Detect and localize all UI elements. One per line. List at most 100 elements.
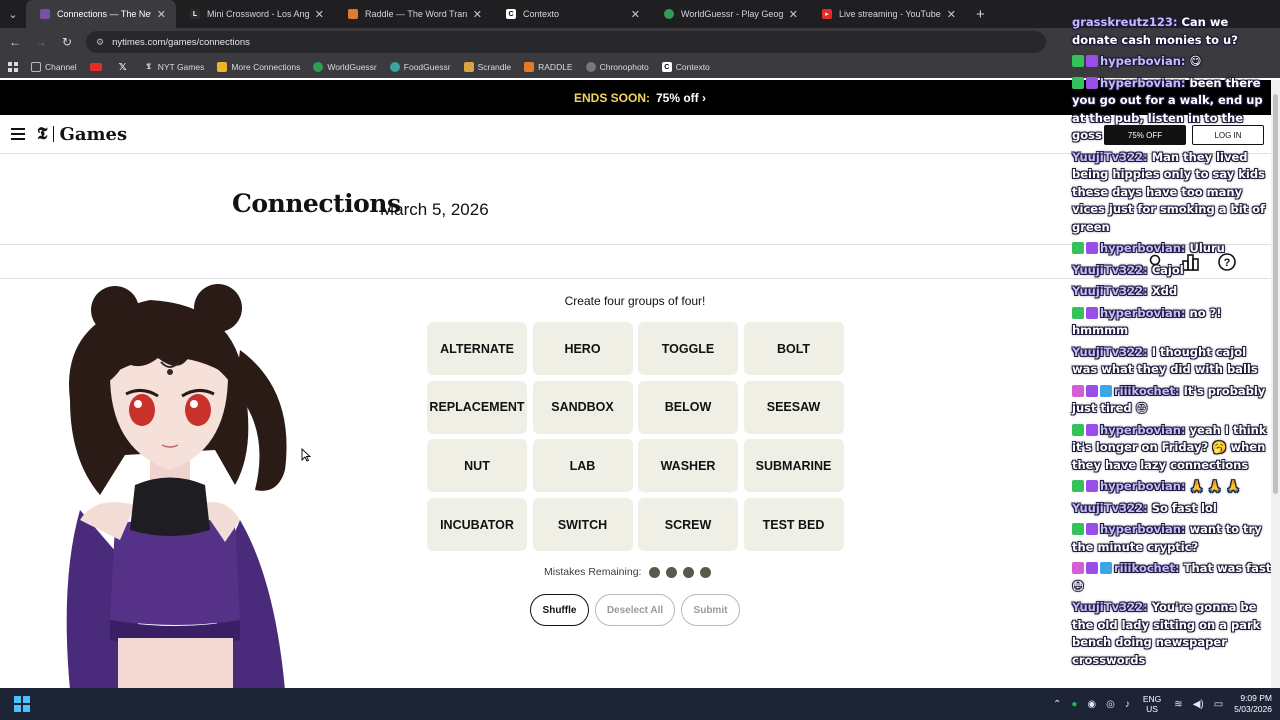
app-tray-icon[interactable]: ◉ [1087, 699, 1096, 710]
word-tile[interactable]: HERO [532, 322, 633, 375]
word-tile[interactable]: BELOW [638, 380, 738, 434]
bookmark-label: Channel [45, 62, 77, 72]
word-tile[interactable]: TOGGLE [638, 322, 738, 375]
site-info-icon[interactable]: ⚙ [96, 37, 104, 48]
url-text: nytimes.com/games/connections [112, 36, 250, 48]
back-icon[interactable]: ← [4, 35, 26, 49]
close-icon[interactable]: ✕ [947, 8, 956, 21]
chat-message: YuujiTv322: Cajol [1072, 262, 1272, 280]
chat-username: hyperbovian: [1100, 422, 1186, 437]
promo-ends-text: ENDS SOON: [573, 90, 650, 105]
puzzle-date: March 5, 2026 [380, 200, 489, 219]
tab-connections[interactable]: Connections — The New York Times ✕ [26, 0, 176, 28]
word-tile[interactable]: SUBMARINE [743, 439, 844, 493]
tab-mini-crossword[interactable]: L Mini Crossword - Los Angeles Times ✕ [176, 0, 334, 28]
word-tile[interactable]: REPLACEMENT [427, 380, 527, 434]
word-tile[interactable]: SWITCH [532, 498, 633, 552]
lang-bottom: US [1146, 704, 1158, 714]
bookmark-channel[interactable]: Channel [31, 62, 77, 72]
wifi-icon[interactable]: ≋ [1174, 699, 1182, 710]
bookmark-worldguessr[interactable]: WorldGuessr [313, 62, 377, 72]
chat-message: YuujiTv322: Xdd [1072, 283, 1272, 301]
mistakes-label: Mistakes Remaining: [544, 566, 642, 578]
bookmark-scrandle[interactable]: Scrandle [463, 62, 511, 72]
tab-worldguessr[interactable]: WorldGuessr - Play Geoguessr Free ✕ [650, 0, 808, 28]
scrollbar-thumb[interactable] [1273, 94, 1278, 494]
new-tab-button[interactable]: + [976, 6, 985, 23]
purple-badge-icon [1086, 242, 1098, 254]
tab-search-icon[interactable]: ⌄ [0, 0, 26, 28]
word-tile[interactable]: SANDBOX [532, 380, 633, 434]
windows-start-icon[interactable] [14, 696, 30, 712]
close-icon[interactable]: ✕ [473, 8, 482, 21]
tab-raddle[interactable]: Raddle — The Word Transformation ✕ [334, 0, 492, 28]
youtube-icon: ▸ [822, 9, 832, 19]
url-input[interactable]: ⚙ nytimes.com/games/connections [86, 31, 1046, 53]
language-indicator[interactable]: ENG US [1143, 694, 1161, 714]
nyt-t-icon: 𝕿 [37, 124, 48, 144]
pink-badge-icon [1072, 562, 1084, 574]
shuffle-button[interactable]: Shuffle [530, 594, 589, 626]
word-tile[interactable]: WASHER [638, 439, 738, 493]
close-icon[interactable]: ✕ [789, 8, 798, 21]
bookmark-foodguessr[interactable]: FoodGuessr [389, 62, 451, 72]
grid-icon [217, 62, 228, 72]
forward-icon[interactable]: → [30, 35, 52, 49]
word-tile[interactable]: SCREW [638, 498, 738, 552]
chat-text: So fast lol [1151, 500, 1217, 515]
green-badge-icon [1072, 306, 1084, 319]
chat-username: grasskreutz123: [1072, 15, 1178, 29]
close-icon[interactable]: ✕ [157, 8, 166, 21]
battery-icon[interactable]: ▭ [1214, 699, 1223, 710]
bookmark-chronophoto[interactable]: Chronophoto [585, 62, 649, 72]
bookmark-x[interactable]: 𝕏 [119, 62, 131, 73]
bookmark-youtube[interactable] [89, 63, 106, 71]
chat-message: hyperbovian: 🙏 🙏 🙏 [1072, 478, 1272, 496]
chat-username: riiikochet: [1114, 561, 1180, 575]
close-icon[interactable]: ✕ [631, 8, 640, 21]
word-tile[interactable]: TEST BED [743, 498, 844, 552]
bookmark-more-connections[interactable]: More Connections [217, 62, 300, 72]
app-tray-icon-2[interactable]: ◎ [1106, 699, 1115, 710]
nyt-icon: 𝕿 [146, 62, 152, 71]
word-tile[interactable]: NUT [427, 439, 527, 493]
green-badge-icon [1072, 55, 1084, 67]
chat-message: hyperbovian: no ?! hmmmm [1072, 305, 1272, 340]
apps-icon[interactable] [8, 61, 19, 73]
logo-text: Games [59, 123, 128, 145]
tab-title: Raddle — The Word Transformation [365, 9, 467, 19]
mistake-dots [649, 566, 717, 578]
word-tile[interactable]: BOLT [743, 322, 844, 375]
word-tile[interactable]: INCUBATOR [427, 498, 527, 552]
bookmark-nyt-games[interactable]: 𝕿 NYT Games [144, 62, 204, 72]
tab-youtube-studio[interactable]: ▸ Live streaming - YouTube Studio ✕ [808, 0, 966, 28]
bookmark-contexto[interactable]: C Contexto [661, 62, 710, 72]
system-tray: ⌃ ● ◉ ◎ ♪ ENG US ≋ ◀) ▭ 9:09 PM 5/03/202… [1048, 688, 1272, 720]
word-tile[interactable]: SEESAW [743, 380, 844, 434]
nyt-games-logo[interactable]: 𝕿 Games [37, 124, 127, 145]
reload-icon[interactable]: ↻ [56, 35, 78, 49]
contexto-icon: C [661, 62, 672, 72]
volume-icon[interactable]: ◀) [1193, 699, 1204, 710]
deselect-all-button[interactable]: Deselect All [595, 594, 675, 626]
chat-message: hyperbovian: 😋 [1072, 53, 1272, 71]
submit-button[interactable]: Submit [681, 594, 740, 626]
tab-contexto[interactable]: C Contexto ✕ [492, 0, 650, 28]
microphone-icon[interactable]: ♪ [1125, 699, 1130, 710]
page-scrollbar[interactable] [1271, 80, 1280, 688]
spotify-icon[interactable]: ● [1071, 699, 1077, 710]
chat-username: YuujiTv322: [1072, 284, 1148, 298]
menu-icon[interactable] [11, 125, 25, 143]
clock[interactable]: 9:09 PM 5/03/2026 [1234, 693, 1272, 715]
close-icon[interactable]: ✕ [315, 8, 324, 21]
la-times-icon: L [190, 9, 200, 19]
camera-icon [585, 62, 596, 72]
clock-date: 5/03/2026 [1234, 704, 1272, 714]
bookmark-raddle[interactable]: RADDLE [524, 62, 573, 72]
word-tile[interactable]: ALTERNATE [427, 322, 527, 375]
tab-title: WorldGuessr - Play Geoguessr Free [681, 9, 783, 19]
chat-message: YuujiTv322: Man they lived being hippies… [1072, 149, 1272, 237]
word-tile[interactable]: LAB [532, 439, 633, 493]
chevron-up-icon[interactable]: ⌃ [1053, 699, 1061, 710]
blue-badge-icon [1100, 384, 1112, 397]
